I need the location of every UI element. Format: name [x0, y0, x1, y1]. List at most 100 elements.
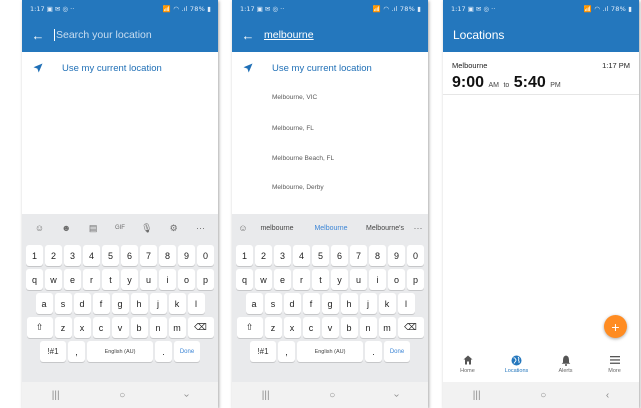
- key[interactable]: o: [178, 269, 195, 290]
- nav-item-more[interactable]: More: [595, 353, 635, 379]
- key[interactable]: q: [236, 269, 253, 290]
- key[interactable]: 4: [293, 245, 310, 266]
- key[interactable]: v: [321, 317, 339, 338]
- key[interactable]: 6: [121, 245, 138, 266]
- suggestion-item[interactable]: Melbourne, FL: [272, 125, 314, 132]
- key[interactable]: n: [359, 317, 377, 338]
- key[interactable]: i: [369, 269, 386, 290]
- key[interactable]: l: [397, 293, 415, 314]
- period-key[interactable]: .: [155, 341, 172, 362]
- key[interactable]: f: [302, 293, 320, 314]
- home-button-icon[interactable]: ○: [329, 390, 335, 401]
- home-button-icon[interactable]: ○: [119, 390, 125, 401]
- key[interactable]: 0: [407, 245, 424, 266]
- prediction-item[interactable]: melbourne: [250, 225, 304, 232]
- search-input[interactable]: melbourne: [264, 29, 314, 41]
- nav-item-home[interactable]: Home: [448, 353, 488, 379]
- key[interactable]: p: [197, 269, 214, 290]
- done-key[interactable]: Done: [384, 341, 410, 362]
- key[interactable]: a: [35, 293, 53, 314]
- back-arrow-icon[interactable]: ←: [22, 28, 54, 43]
- key[interactable]: o: [388, 269, 405, 290]
- key[interactable]: q: [26, 269, 43, 290]
- shift-key-icon[interactable]: ⇧: [26, 317, 53, 338]
- key[interactable]: x: [73, 317, 91, 338]
- prediction-item[interactable]: Melbourne: [304, 225, 358, 232]
- key[interactable]: 7: [140, 245, 157, 266]
- prediction-item[interactable]: Melbourne's: [358, 225, 412, 232]
- location-card[interactable]: Melbourne 1:17 PM 9:00 AM to 5:40 PM: [443, 55, 639, 98]
- key[interactable]: m: [168, 317, 186, 338]
- key[interactable]: y: [121, 269, 138, 290]
- symbols-key[interactable]: !#1: [40, 341, 66, 362]
- key[interactable]: c: [302, 317, 320, 338]
- key[interactable]: e: [64, 269, 81, 290]
- key[interactable]: a: [245, 293, 263, 314]
- key[interactable]: g: [321, 293, 339, 314]
- emoji-icon[interactable]: ☻: [57, 223, 75, 233]
- recents-icon[interactable]: |||: [52, 390, 60, 401]
- key[interactable]: e: [274, 269, 291, 290]
- key[interactable]: m: [378, 317, 396, 338]
- key[interactable]: 7: [350, 245, 367, 266]
- add-location-button[interactable]: +: [604, 315, 627, 338]
- key[interactable]: p: [407, 269, 424, 290]
- use-current-location-button[interactable]: Use my current location: [22, 55, 218, 81]
- back-icon[interactable]: ‹: [606, 390, 609, 401]
- back-arrow-icon[interactable]: ←: [232, 28, 264, 43]
- suggestion-item[interactable]: Melbourne, VIC: [272, 94, 317, 101]
- key[interactable]: l: [187, 293, 205, 314]
- suggestion-item[interactable]: Melbourne Beach, FL: [272, 155, 334, 162]
- key[interactable]: r: [83, 269, 100, 290]
- key[interactable]: b: [340, 317, 358, 338]
- back-icon[interactable]: ‹: [181, 393, 192, 396]
- backspace-key-icon[interactable]: ⌫: [187, 317, 214, 338]
- key[interactable]: 9: [388, 245, 405, 266]
- key[interactable]: z: [264, 317, 282, 338]
- key[interactable]: h: [130, 293, 148, 314]
- key[interactable]: h: [340, 293, 358, 314]
- symbols-key[interactable]: !#1: [250, 341, 276, 362]
- suggestion-item[interactable]: Melbourne, Derby: [272, 184, 324, 191]
- recents-icon[interactable]: |||: [473, 390, 481, 401]
- key[interactable]: s: [54, 293, 72, 314]
- use-current-location-button[interactable]: Use my current location: [232, 55, 428, 81]
- key[interactable]: f: [92, 293, 110, 314]
- key[interactable]: 5: [102, 245, 119, 266]
- space-key[interactable]: English (AU): [87, 341, 153, 362]
- key[interactable]: u: [350, 269, 367, 290]
- search-input[interactable]: Search your location: [54, 29, 152, 41]
- clipboard-icon[interactable]: ▤: [84, 223, 102, 234]
- space-key[interactable]: English (AU): [297, 341, 363, 362]
- back-icon[interactable]: ‹: [391, 393, 402, 396]
- key[interactable]: 3: [274, 245, 291, 266]
- key[interactable]: t: [312, 269, 329, 290]
- key[interactable]: 0: [197, 245, 214, 266]
- key[interactable]: j: [149, 293, 167, 314]
- key[interactable]: 4: [83, 245, 100, 266]
- key[interactable]: x: [283, 317, 301, 338]
- key[interactable]: s: [264, 293, 282, 314]
- nav-item-alerts[interactable]: Alerts: [546, 353, 586, 379]
- emoji-settings-icon[interactable]: ☺: [236, 223, 250, 233]
- emoji-settings-icon[interactable]: ☺: [30, 223, 48, 233]
- recents-icon[interactable]: |||: [262, 390, 270, 401]
- key[interactable]: u: [140, 269, 157, 290]
- comma-key[interactable]: ,: [68, 341, 85, 362]
- done-key[interactable]: Done: [174, 341, 200, 362]
- nav-item-locations[interactable]: Locations: [497, 353, 537, 379]
- key[interactable]: 5: [312, 245, 329, 266]
- key[interactable]: d: [73, 293, 91, 314]
- comma-key[interactable]: ,: [278, 341, 295, 362]
- more-icon[interactable]: ···: [412, 223, 424, 233]
- key[interactable]: w: [45, 269, 62, 290]
- key[interactable]: 1: [236, 245, 253, 266]
- key[interactable]: k: [378, 293, 396, 314]
- home-button-icon[interactable]: ○: [540, 390, 546, 401]
- key[interactable]: 8: [159, 245, 176, 266]
- period-key[interactable]: .: [365, 341, 382, 362]
- key[interactable]: 1: [26, 245, 43, 266]
- key[interactable]: 2: [45, 245, 62, 266]
- shift-key-icon[interactable]: ⇧: [236, 317, 263, 338]
- key[interactable]: 9: [178, 245, 195, 266]
